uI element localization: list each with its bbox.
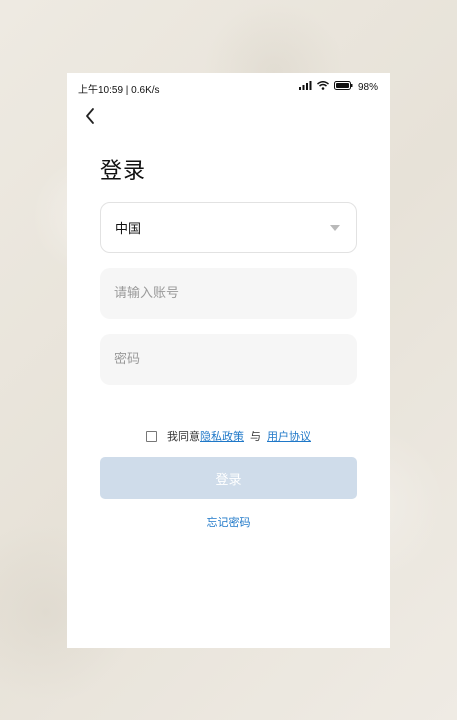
agree-checkbox[interactable]	[146, 430, 157, 442]
chevron-left-icon	[81, 108, 101, 130]
password-input[interactable]	[114, 352, 334, 367]
back-button[interactable]	[81, 106, 101, 126]
caret-down-icon	[330, 225, 340, 231]
phone-screen: 上午10:59 | 0.6K/s 98% 登录 中国 请输入账号 我同意 隐私政…	[67, 73, 390, 648]
page-title: 登录	[100, 159, 147, 184]
battery-percent: 98%	[357, 81, 378, 93]
privacy-policy-link[interactable]: 隐私政策	[200, 428, 244, 444]
agreement-row: 我同意 隐私政策与用户协议	[67, 428, 390, 444]
signal-icon	[298, 81, 312, 93]
account-input[interactable]	[114, 286, 334, 301]
agreement-prefix: 我同意	[167, 430, 200, 443]
login-button[interactable]: 登录	[100, 457, 357, 499]
country-value: 中国	[115, 222, 142, 237]
account-field-container	[100, 268, 357, 319]
terms-link[interactable]: 用户协议	[267, 428, 311, 444]
wifi-icon	[317, 81, 329, 93]
battery-icon	[333, 81, 353, 93]
forgot-password-link[interactable]: 忘记密码	[67, 514, 390, 530]
status-bar: 上午10:59 | 0.6K/s 98%	[67, 73, 390, 101]
country-select[interactable]: 中国	[100, 202, 357, 253]
agreement-and: 与	[250, 430, 261, 443]
status-time-speed: 上午10:59 | 0.6K/s	[78, 85, 160, 96]
status-icons: 98%	[298, 81, 378, 93]
password-field-container	[100, 334, 357, 385]
